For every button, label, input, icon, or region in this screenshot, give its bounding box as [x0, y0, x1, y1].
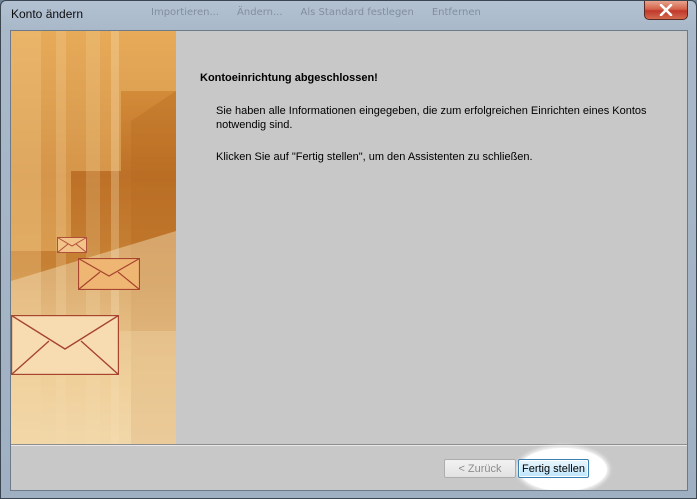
wizard-content: Kontoeinrichtung abgeschlossen! Sie habe…: [176, 31, 687, 444]
instruction-text: Klicken Sie auf "Fertig stellen", um den…: [216, 151, 533, 163]
window-title: Konto ändern: [11, 7, 84, 21]
info-text: Sie haben alle Informationen eingegeben,…: [216, 105, 647, 131]
title-bar[interactable]: Konto ändern: [1, 1, 696, 29]
finish-button[interactable]: Fertig stellen: [518, 459, 589, 478]
wizard-banner-image: [11, 31, 176, 444]
wizard-client-area: Kontoeinrichtung abgeschlossen! Sie habe…: [10, 30, 688, 491]
page-title: Kontoeinrichtung abgeschlossen!: [200, 72, 378, 84]
wizard-footer: < Zurück Fertig stellen: [11, 446, 687, 490]
back-button[interactable]: < Zurück: [444, 459, 516, 478]
close-icon: [659, 4, 673, 16]
dialog-window: Importieren... Ändern... Als Standard fe…: [0, 0, 697, 499]
close-button[interactable]: [644, 1, 688, 20]
